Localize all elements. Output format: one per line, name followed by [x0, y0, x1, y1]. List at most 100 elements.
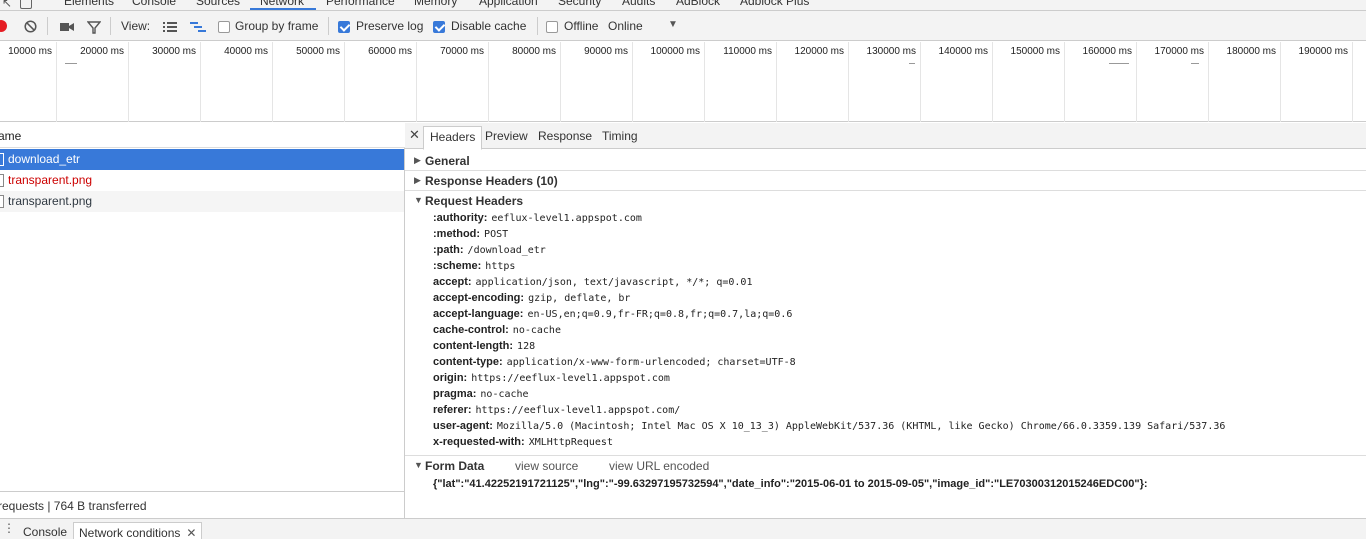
timeline-tick: 40000 ms — [201, 42, 273, 122]
request-details-pane: ✕ Headers Preview Response Timing ▶ Gene… — [405, 123, 1366, 518]
tab-console[interactable]: Console — [132, 0, 176, 8]
tab-timing[interactable]: Timing — [602, 129, 638, 143]
timeline-tick: 100000 ms — [633, 42, 705, 122]
header-row: x-requested-with: XMLHttpRequest — [433, 436, 613, 448]
offline-checkbox[interactable] — [546, 21, 558, 33]
collapse-triangle-icon: ▼ — [414, 460, 423, 470]
toolbar-divider — [328, 17, 329, 35]
tab-response[interactable]: Response — [538, 129, 592, 143]
tab-network[interactable]: Network — [260, 0, 304, 8]
request-name: download_etr — [8, 152, 81, 166]
toolbar-divider — [537, 17, 538, 35]
waterfall-overview-icon[interactable] — [190, 21, 206, 36]
screenshot-camera-icon[interactable] — [60, 21, 74, 35]
inspect-cursor-icon[interactable]: ↖ — [2, 0, 12, 10]
timeline-tick: 50000 ms — [273, 42, 345, 122]
header-row: cache-control: no-cache — [433, 324, 561, 336]
drawer-tab-console[interactable]: Console — [23, 525, 67, 539]
details-tabbar: ✕ Headers Preview Response Timing — [405, 123, 1366, 150]
header-row: accept-encoding: gzip, deflate, br — [433, 292, 631, 304]
record-icon[interactable] — [0, 20, 7, 32]
view-url-encoded-link[interactable]: view URL encoded — [609, 459, 709, 473]
disable-cache-checkbox[interactable] — [433, 21, 445, 33]
close-details-icon[interactable]: ✕ — [409, 127, 420, 143]
timeline-tick: 140000 ms — [921, 42, 993, 122]
offline-label: Offline — [564, 19, 599, 33]
timeline-tick: 30000 ms — [129, 42, 201, 122]
filter-icon[interactable] — [86, 21, 102, 37]
toolbar-divider — [47, 17, 48, 35]
tab-headers[interactable]: Headers — [423, 126, 483, 150]
drawer-tab-label: Network conditions — [79, 526, 181, 539]
tab-adblock-plus[interactable]: Adblock Plus — [740, 0, 809, 8]
timeline-tick: 170000 ms — [1137, 42, 1209, 122]
header-row: accept-language: en-US,en;q=0.9,fr-FR;q=0… — [433, 308, 793, 320]
network-toolbar: View: Group by frame Preserve log Disabl… — [0, 11, 1366, 41]
timeline-tick: 70000 ms — [417, 42, 489, 122]
timeline-tick: 20000 ms — [57, 42, 129, 122]
disable-cache-label: Disable cache — [451, 19, 527, 33]
request-row-transparent-png[interactable]: transparent.png — [0, 170, 404, 191]
timeline-tick: 120000 ms — [777, 42, 849, 122]
device-toolbar-icon[interactable] — [20, 0, 32, 9]
timeline-tick: 90000 ms — [561, 42, 633, 122]
request-headers-section-header[interactable]: ▼ Request Headers — [405, 191, 1366, 210]
request-row-transparent-png[interactable]: transparent.png — [0, 191, 404, 212]
tab-performance[interactable]: Performance — [326, 0, 395, 8]
tab-preview[interactable]: Preview — [485, 129, 528, 143]
response-headers-section-header[interactable]: ▶ Response Headers (10) — [405, 171, 1366, 190]
header-row: user-agent: Mozilla/5.0 (Macintosh; Intel… — [433, 420, 1226, 432]
view-source-link[interactable]: view source — [515, 459, 578, 473]
header-row: content-type: application/x-www-form-urle… — [433, 356, 796, 368]
header-row: :authority: eeflux-level1.appspot.com — [433, 212, 642, 224]
throttling-dropdown-arrow-icon[interactable]: ▼ — [668, 19, 678, 30]
clear-icon[interactable] — [24, 20, 37, 36]
tab-application[interactable]: Application — [479, 0, 538, 8]
tab-audits[interactable]: Audits — [622, 0, 655, 8]
timeline-tick: 180000 ms — [1209, 42, 1281, 122]
file-icon — [0, 174, 4, 187]
tab-sources[interactable]: Sources — [196, 0, 240, 8]
form-data-section-header[interactable]: ▼ Form Data view source view URL encoded — [405, 456, 1366, 475]
drawer-tab-network-conditions[interactable]: Network conditions ✕ — [73, 522, 203, 539]
preserve-log-label: Preserve log — [356, 19, 424, 33]
timeline-tick: 10000 ms — [0, 42, 57, 122]
timeline-tick: 80000 ms — [489, 42, 561, 122]
tab-elements[interactable]: Elements — [64, 0, 114, 8]
timeline-tick: 60000 ms — [345, 42, 417, 122]
timeline-tick: 160000 ms — [1065, 42, 1137, 122]
header-row: content-length: 128 — [433, 340, 536, 352]
header-row: origin: https://eeflux-level1.appspot.com — [433, 372, 670, 384]
tab-memory[interactable]: Memory — [414, 0, 457, 8]
preserve-log-checkbox[interactable] — [338, 21, 350, 33]
drawer-tabbar: ⋮ Console Network conditions ✕ — [0, 518, 1366, 539]
timeline-tick: 130000 ms — [849, 42, 921, 122]
request-row-download-etr[interactable]: download_etr — [0, 149, 404, 170]
large-rows-icon[interactable] — [163, 21, 177, 36]
throttling-select[interactable]: Online — [608, 19, 643, 33]
view-label: View: — [121, 19, 151, 33]
request-name: transparent.png — [8, 173, 93, 187]
timeline-tick: 150000 ms — [993, 42, 1065, 122]
request-name: transparent.png — [8, 194, 93, 208]
devtools-panel-tabs: ↖ Elements Console Sources Network Perfo… — [0, 0, 1366, 11]
group-by-frame-label: Group by frame — [235, 19, 319, 33]
file-icon — [0, 153, 4, 166]
tab-security[interactable]: Security — [558, 0, 601, 8]
header-row: :scheme: https — [433, 260, 516, 272]
tab-adblock[interactable]: AdBlock — [676, 0, 720, 8]
name-column-header[interactable]: ame — [0, 123, 405, 148]
network-overview-timeline[interactable]: 10000 ms 20000 ms 30000 ms 40000 ms 5000… — [0, 42, 1366, 122]
more-tools-menu-icon[interactable]: ⋮ — [3, 521, 15, 535]
group-by-frame-checkbox[interactable] — [218, 21, 230, 33]
form-data-body: {"lat":"41.42252191721125","lng":"-99.63… — [433, 478, 1148, 490]
header-row: pragma: no-cache — [433, 388, 529, 400]
close-tab-icon[interactable]: ✕ — [186, 526, 196, 539]
header-row: referer: https://eeflux-level1.appspot.co… — [433, 404, 681, 416]
timeline-tick: 110000 ms — [705, 42, 777, 122]
general-section-header[interactable]: ▶ General — [405, 151, 1366, 170]
header-row: :method: POST — [433, 228, 509, 240]
expand-triangle-icon: ▶ — [414, 155, 421, 165]
timeline-tick: 190000 ms — [1281, 42, 1353, 122]
network-summary-bar: requests | 764 B transferred — [0, 491, 404, 518]
